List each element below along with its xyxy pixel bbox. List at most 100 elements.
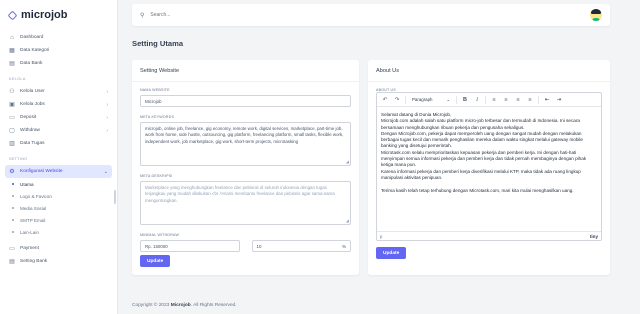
setting-website-card: Setting Website NAMA WEBSITE Microjob ME… <box>132 60 359 275</box>
logo-text: microjob <box>21 9 68 21</box>
gear-icon: ⚙ <box>9 168 15 175</box>
sidebar-item-dashboard[interactable]: ⌂ Dashboard <box>0 31 117 44</box>
nama-website-input[interactable]: Microjob <box>140 95 351 107</box>
chevron-right-icon: › <box>106 127 108 134</box>
about-line: Microtask.com selalu memprioritaskan kep… <box>381 149 587 168</box>
bank-icon: ▤ <box>9 60 15 67</box>
topbar: ⚲ <box>132 4 610 26</box>
undo-icon[interactable]: ↶ <box>381 97 389 103</box>
sidebar-item-label: Data Kategori <box>20 48 50 53</box>
logo-mark-icon <box>7 10 18 20</box>
sidebar-item-data-bank[interactable]: ▤ Data Bank <box>0 57 117 70</box>
resize-handle-icon[interactable]: ◢ <box>346 160 349 164</box>
withdraw-icon: ▢ <box>9 127 15 134</box>
sidebar-subitem-utama[interactable]: Utama <box>0 178 117 190</box>
toolbar-divider <box>456 95 457 104</box>
sidebar-item-setting-bank[interactable]: ▤ Setting Bank <box>0 255 117 268</box>
update-website-button[interactable]: Update <box>140 255 171 267</box>
footer-brand: Microjob <box>170 303 191 308</box>
chevron-right-icon: › <box>106 114 108 121</box>
redo-icon[interactable]: ↷ <box>393 97 401 103</box>
sidebar-item-kelola-jobs[interactable]: ▣ Kelola Jobs › <box>0 98 117 111</box>
format-select-value: Paragraph <box>412 96 433 102</box>
sidebar-subitem-lain-lain[interactable]: Lain-Lain <box>0 226 117 238</box>
bullet-icon <box>12 195 14 197</box>
nama-website-value: Microjob <box>145 98 162 104</box>
element-path: p <box>380 233 383 239</box>
chevron-right-icon: › <box>106 88 108 95</box>
tiny-logo: tiny <box>589 233 598 239</box>
meta-deskripsi-label: META DESKRIPSI <box>140 174 173 178</box>
sidebar-item-label: Dashboard <box>20 35 44 40</box>
percent-sign: % <box>342 243 346 249</box>
rich-text-editor[interactable]: ↶ ↷ Paragraph ⌄ B I ≡ ≡ ≡ ≡ ⇤ ⇥ Selamat … <box>376 92 602 241</box>
align-center-icon[interactable]: ≡ <box>502 97 510 103</box>
sidebar-item-deposit[interactable]: ▭ Deposit › <box>0 111 117 124</box>
page-title: Setting Utama <box>132 39 184 48</box>
avatar[interactable] <box>590 9 602 21</box>
home-icon: ⌂ <box>10 34 14 41</box>
meta-keywords-textarea[interactable]: microjob, online job, freelance, gig eco… <box>140 122 351 166</box>
sidebar-subitem-label: SMTP Email <box>20 217 46 223</box>
grid-icon: ▦ <box>9 47 15 54</box>
align-justify-icon[interactable]: ≡ <box>526 97 534 103</box>
withdraw-percent-input[interactable]: 10 % <box>251 240 351 252</box>
wallet-icon: ▭ <box>9 114 15 121</box>
sidebar-item-kelola-user[interactable]: ⚇ Kelola User › <box>0 85 117 98</box>
italic-icon[interactable]: I <box>473 97 481 103</box>
sidebar-item-data-kategori[interactable]: ▦ Data Kategori <box>0 44 117 57</box>
sidebar-item-konfigurasi-website[interactable]: ⚙ Konfigurasi Website ⌄ <box>5 165 112 178</box>
section-label-setting: SETTING <box>9 157 28 161</box>
withdraw-amount-input[interactable]: Rp. 150000 <box>140 240 240 252</box>
card-icon: ▭ <box>9 245 15 252</box>
editor-content[interactable]: Selamat datang di Dunia Microjob, Microj… <box>377 107 601 231</box>
sidebar-subitem-smtp-email[interactable]: SMTP Email <box>0 214 117 226</box>
sidebar-item-data-tugas[interactable]: ▥ Data Tugas <box>0 137 117 150</box>
meta-keywords-value: microjob, online job, freelance, gig eco… <box>145 126 344 144</box>
resize-handle-icon[interactable]: ◢ <box>346 219 349 223</box>
logo[interactable]: microjob <box>0 0 117 27</box>
sidebar-item-label: Data Bank <box>20 61 43 66</box>
chevron-right-icon: › <box>106 101 108 108</box>
chevron-down-icon: ⌄ <box>103 168 108 175</box>
sidebar-subitem-label: Logo & Favicon <box>20 193 52 199</box>
meta-deskripsi-textarea[interactable]: Marketplace yang menghubungkan freelance… <box>140 181 351 225</box>
bullet-icon <box>12 231 14 233</box>
bullet-icon <box>12 183 14 185</box>
search-icon: ⚲ <box>140 12 145 19</box>
align-right-icon[interactable]: ≡ <box>514 97 522 103</box>
sidebar-item-label: Withdraw <box>20 128 40 133</box>
format-select[interactable]: Paragraph ⌄ <box>410 97 452 103</box>
sidebar-item-label: Setting Bank <box>20 259 48 264</box>
nama-website-label: NAMA WEBSITE <box>140 88 170 92</box>
toolbar-divider <box>485 95 486 104</box>
avatar-hair <box>591 9 601 14</box>
outdent-icon[interactable]: ⇤ <box>543 97 551 103</box>
sidebar-subitem-label: Media Sosial <box>20 205 47 211</box>
editor-toolbar: ↶ ↷ Paragraph ⌄ B I ≡ ≡ ≡ ≡ ⇤ ⇥ <box>377 93 601 107</box>
sidebar-item-label: Konfigurasi Website <box>20 169 63 174</box>
footer: Copyright © 2023 Microjob. All Rights Re… <box>132 303 237 308</box>
minimal-withdraw-label: MINIMAL WITHDRAW <box>140 233 180 237</box>
sidebar-subitem-label: Utama <box>20 181 34 187</box>
update-about-button[interactable]: Update <box>376 247 407 259</box>
sidebar-item-payment[interactable]: ▭ Payment <box>0 242 117 255</box>
meta-deskripsi-value: Marketplace yang menghubungkan freelance… <box>145 185 335 203</box>
withdraw-amount-value: Rp. 150000 <box>145 243 168 249</box>
sidebar-subitem-logo-favicon[interactable]: Logo & Favicon <box>0 190 117 202</box>
indent-icon[interactable]: ⇥ <box>555 97 563 103</box>
sidebar-subitem-media-sosial[interactable]: Media Sosial <box>0 202 117 214</box>
setting-website-form: NAMA WEBSITE Microjob META KEYWORDS micr… <box>132 88 359 252</box>
sidebar-item-withdraw[interactable]: ▢ Withdraw › <box>0 124 117 137</box>
align-left-icon[interactable]: ≡ <box>490 97 498 103</box>
sidebar-item-label: Deposit <box>20 115 37 120</box>
bullet-icon <box>12 219 14 221</box>
editor-statusbar: p tiny <box>377 231 601 240</box>
card-title: About Us <box>368 60 610 82</box>
sidebar: microjob ⌂ Dashboard ▦ Data Kategori ▤ D… <box>0 0 118 314</box>
bold-icon[interactable]: B <box>461 97 469 103</box>
about-line: Microjob.com adalah salah satu platform … <box>381 118 580 130</box>
sidebar-scrollbar[interactable] <box>114 190 116 204</box>
search-input[interactable] <box>150 12 351 18</box>
footer-suffix: . All Rights Reserved. <box>190 303 237 308</box>
